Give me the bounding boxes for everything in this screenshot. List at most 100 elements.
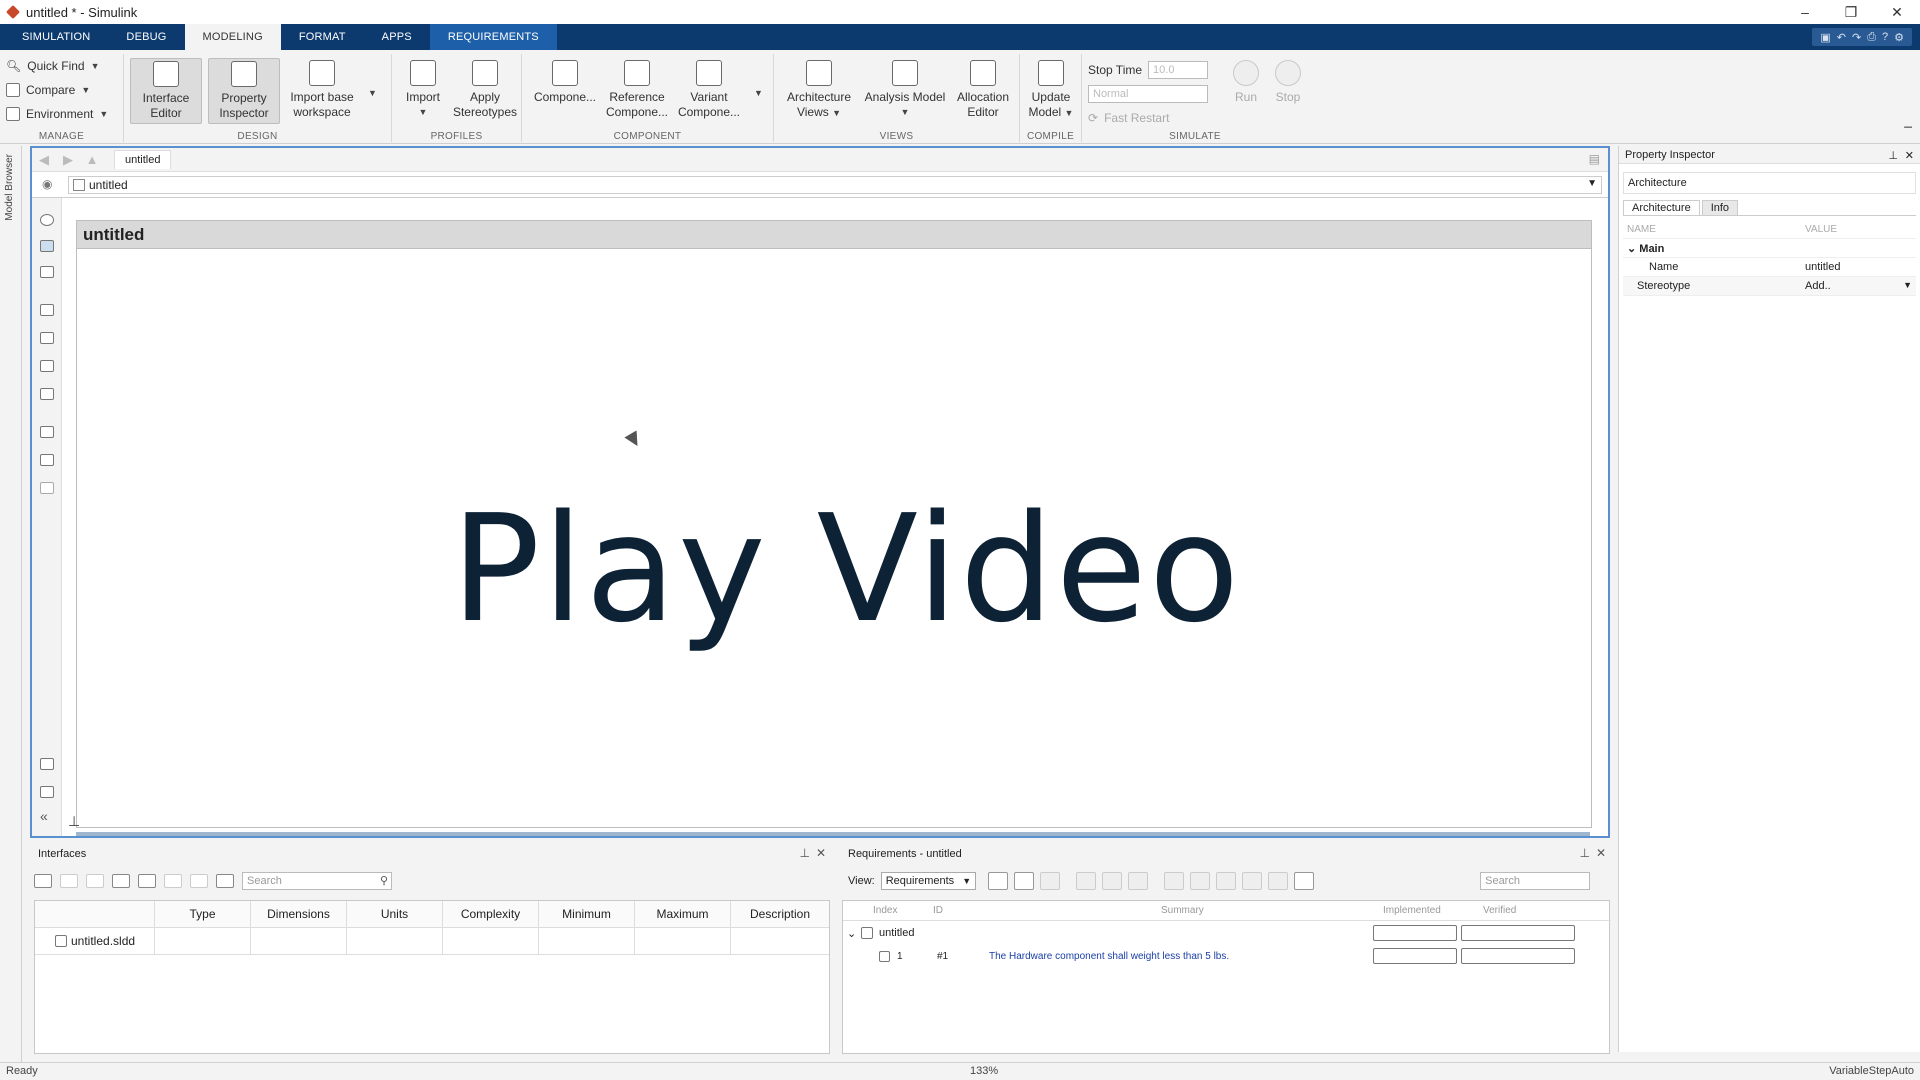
update-model-button[interactable]: Update Model ▼ [1024,60,1078,121]
demote-icon[interactable] [1190,872,1211,890]
restore-button[interactable]: ❐ [1828,0,1874,24]
promote-icon[interactable] [1164,872,1185,890]
variant-component-tool-icon[interactable] [40,360,54,372]
tab-apps[interactable]: APPS [364,24,430,50]
model-tab-untitled[interactable]: untitled [114,150,172,169]
model-browser-strip[interactable]: Model Browser [0,146,22,1070]
add-child-icon[interactable] [1102,872,1123,890]
variant-component-button[interactable]: Variant Compone... [676,60,742,120]
tab-architecture[interactable]: Architecture [1623,200,1700,215]
property-inspector-button[interactable]: Property Inspector [208,58,280,124]
save-icon[interactable]: ▣ [1820,31,1830,44]
redo-icon[interactable]: ↷ [1852,31,1861,44]
play-video-overlay[interactable]: Play Video [451,483,1241,655]
pin-icon[interactable]: ⊥ [1580,846,1590,860]
interface-editor-button[interactable]: Interface Editor [130,58,202,124]
open-icon[interactable] [1014,872,1035,890]
link-icon[interactable] [1268,872,1289,890]
chevron-down-icon[interactable]: ⌄ [847,927,856,940]
close-icon[interactable]: ✕ [1905,149,1914,162]
column-header[interactable]: Description [731,901,829,927]
column-header[interactable]: Complexity [443,901,539,927]
collapse-palette-icon[interactable]: « [40,808,48,824]
add-requirement-icon[interactable] [1076,872,1097,890]
stop-button[interactable]: Stop [1270,60,1306,105]
table-row[interactable]: ⌄ untitled [843,923,1611,943]
fast-restart-toggle[interactable]: ⟳ Fast Restart [1088,108,1169,128]
reference-component-button[interactable]: Reference Compone... [604,60,670,120]
undo-icon[interactable]: ↶ [1837,31,1846,44]
import-base-workspace-button[interactable]: Import base workspace [284,60,360,120]
stereotype-select[interactable]: Add.. ▼ [1801,280,1916,292]
property-tool-icon[interactable] [40,786,54,798]
simulation-mode-select[interactable]: Normal [1088,85,1208,103]
fit-to-view-icon[interactable] [40,240,54,252]
component-more-button[interactable]: ▼ [754,86,763,101]
tab-simulation[interactable]: SIMULATION [4,24,108,50]
help-icon[interactable]: ? [1882,31,1888,43]
allocation-editor-button[interactable]: Allocation Editor [952,60,1014,120]
column-header[interactable]: Minimum [539,901,635,927]
main-section-row[interactable]: ⌄ Main [1623,239,1916,258]
architecture-block[interactable]: untitled Play Video [76,220,1592,828]
summary-column-header[interactable]: Summary [1161,905,1204,916]
interfaces-search-input[interactable]: Search ⚲ [242,872,392,890]
table-row[interactable]: 1 #1 The Hardware component shall weight… [843,946,1611,966]
apply-stereotypes-button[interactable]: Apply Stereotypes [452,60,518,120]
close-icon[interactable]: ✕ [1596,846,1606,860]
hide-explorer-icon[interactable]: ◉ [42,177,52,191]
save-dictionary-icon[interactable] [138,874,156,888]
id-column-header[interactable]: ID [933,905,943,916]
quick-find-button[interactable]: 🔍︎ Quick Find ▼ [6,56,100,76]
zoom-box-icon[interactable] [40,266,54,278]
architecture-views-button[interactable]: Architecture Views ▼ [780,60,858,121]
column-header[interactable]: Maximum [635,901,731,927]
delete-requirement-icon[interactable] [1128,872,1149,890]
area-tool-icon[interactable] [40,482,54,494]
table-row[interactable]: untitled.sldd [35,928,829,955]
component-button[interactable]: Compone... [532,60,598,105]
index-column-header[interactable]: Index [873,905,897,916]
model-address[interactable]: untitled ▼ [68,176,1602,194]
canvas-scrollbar[interactable] [76,832,1590,836]
view-select[interactable]: Requirements ▼ [880,872,977,890]
analysis-model-button[interactable]: Analysis Model ▼ [862,60,948,120]
tab-requirements[interactable]: REQUIREMENTS [429,24,557,50]
run-button[interactable]: Run [1228,60,1264,105]
name-property-value[interactable]: untitled [1801,261,1916,273]
column-header[interactable]: Type [155,901,251,927]
hierarchy-icon[interactable]: ⊥ [68,813,80,830]
pin-icon[interactable]: ⊥ [800,846,810,860]
component-tool-icon[interactable] [40,304,54,316]
requirements-search-input[interactable]: Search [1480,872,1591,890]
close-icon[interactable]: ✕ [816,846,826,860]
print-icon[interactable]: ⎙ [1867,31,1876,44]
edit-icon[interactable] [164,874,182,888]
chevron-down-icon[interactable]: ▼ [1587,178,1597,189]
paste-icon[interactable] [1242,872,1263,890]
tab-modeling[interactable]: MODELING [184,24,281,50]
design-more-button[interactable]: ▼ [368,86,377,101]
stop-time-input[interactable]: 10.0 [1148,61,1209,79]
column-header[interactable]: Dimensions [251,901,347,927]
tab-info[interactable]: Info [1701,200,1739,215]
annotation-tool-icon[interactable] [40,426,54,438]
close-window-button[interactable]: ✕ [1874,0,1920,24]
tab-debug[interactable]: DEBUG [108,24,184,50]
forward-arrow-icon[interactable]: ▶ [56,150,80,170]
compare-button[interactable]: Compare ▼ [6,80,90,100]
tab-format[interactable]: FORMAT [281,24,364,50]
interface-list-icon[interactable] [34,874,52,888]
collapse-ribbon-icon[interactable]: ▔ [1904,128,1912,139]
verified-column-header[interactable]: Verified [1483,905,1516,916]
refresh-icon[interactable] [1294,872,1315,890]
add-element-icon[interactable] [60,874,78,888]
back-arrow-icon[interactable]: ◀ [32,150,56,170]
image-tool-icon[interactable] [40,454,54,466]
screenshot-icon[interactable] [40,758,54,770]
pin-icon[interactable]: ⊥ [1888,149,1898,162]
import-icon[interactable] [112,874,130,888]
reference-component-tool-icon[interactable] [40,332,54,344]
column-header[interactable]: Units [347,901,443,927]
adapter-tool-icon[interactable] [40,388,54,400]
